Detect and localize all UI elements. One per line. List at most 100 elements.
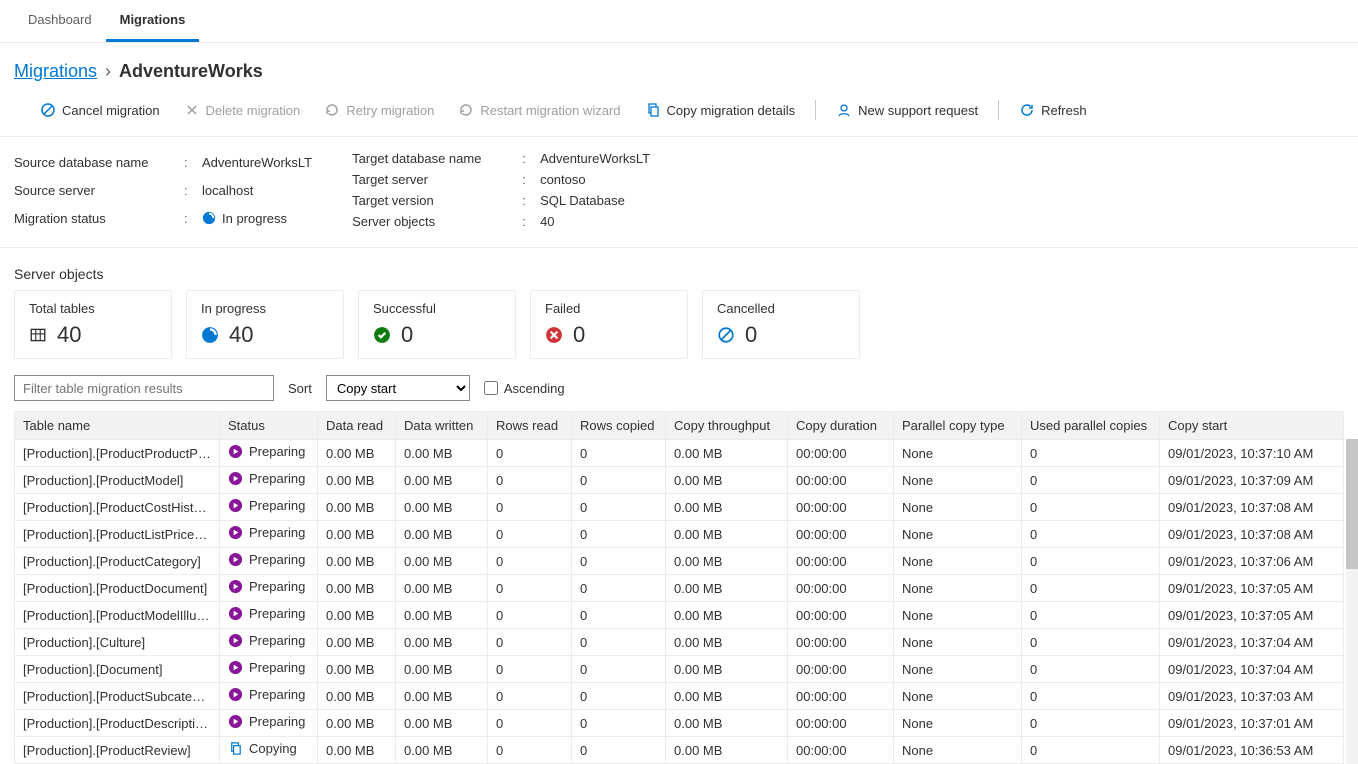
cell-throughput: 0.00 MB xyxy=(666,737,788,764)
section-title: Server objects xyxy=(0,248,1358,290)
cell-copy-start: 09/01/2023, 10:37:05 AM xyxy=(1160,575,1344,602)
cell-read: 0.00 MB xyxy=(318,440,396,467)
cell-name: [Production].[ProductDescription] xyxy=(15,710,220,737)
table-row[interactable]: [Production].[ProductDescription]Prepari… xyxy=(15,710,1344,737)
col-rows-copied[interactable]: Rows copied xyxy=(572,412,666,440)
sort-select[interactable]: Copy start xyxy=(326,375,470,401)
cell-duration: 00:00:00 xyxy=(788,629,894,656)
new-support-label: New support request xyxy=(858,103,978,118)
cell-rows-read: 0 xyxy=(488,656,572,683)
cell-parallel-used: 0 xyxy=(1022,656,1160,683)
cell-rows-copied: 0 xyxy=(572,602,666,629)
restart-icon xyxy=(458,102,474,118)
cell-read: 0.00 MB xyxy=(318,629,396,656)
card-total-tables[interactable]: Total tables 40 xyxy=(14,290,172,359)
col-written[interactable]: Data written xyxy=(396,412,488,440)
card-successful[interactable]: Successful 0 xyxy=(358,290,516,359)
cell-status: Preparing xyxy=(220,521,318,548)
status-icon xyxy=(228,525,243,540)
cancel-migration-button[interactable]: Cancel migration xyxy=(30,96,170,124)
status-icon xyxy=(228,633,243,648)
cell-name: [Production].[ProductSubcategory] xyxy=(15,683,220,710)
col-name[interactable]: Table name xyxy=(15,412,220,440)
tab-dashboard[interactable]: Dashboard xyxy=(14,0,106,42)
target-db-label: Target database name xyxy=(352,151,522,166)
ascending-checkbox[interactable]: Ascending xyxy=(484,381,565,396)
card-cancelled[interactable]: Cancelled 0 xyxy=(702,290,860,359)
cell-parallel-type: None xyxy=(894,575,1022,602)
status-icon xyxy=(228,660,243,675)
tab-migrations[interactable]: Migrations xyxy=(106,0,200,42)
cell-status: Preparing xyxy=(220,656,318,683)
cell-duration: 00:00:00 xyxy=(788,575,894,602)
cell-throughput: 0.00 MB xyxy=(666,629,788,656)
cell-written: 0.00 MB xyxy=(396,494,488,521)
cell-copy-start: 09/01/2023, 10:37:08 AM xyxy=(1160,521,1344,548)
cell-copy-start: 09/01/2023, 10:37:01 AM xyxy=(1160,710,1344,737)
table-row[interactable]: [Production].[Culture]Preparing0.00 MB0.… xyxy=(15,629,1344,656)
cell-duration: 00:00:00 xyxy=(788,737,894,764)
cell-rows-read: 0 xyxy=(488,710,572,737)
cell-parallel-used: 0 xyxy=(1022,548,1160,575)
col-status[interactable]: Status xyxy=(220,412,318,440)
card-cancelled-value: 0 xyxy=(745,322,757,348)
table-header-row: Table name Status Data read Data written… xyxy=(15,412,1344,440)
in-progress-icon xyxy=(202,211,216,225)
table-row[interactable]: [Production].[ProductCategory]Preparing0… xyxy=(15,548,1344,575)
col-duration[interactable]: Copy duration xyxy=(788,412,894,440)
col-read[interactable]: Data read xyxy=(318,412,396,440)
col-throughput[interactable]: Copy throughput xyxy=(666,412,788,440)
col-parallel-used[interactable]: Used parallel copies xyxy=(1022,412,1160,440)
copy-details-button[interactable]: Copy migration details xyxy=(635,96,806,124)
filter-input[interactable] xyxy=(14,375,274,401)
ascending-label: Ascending xyxy=(504,381,565,396)
scrollbar[interactable] xyxy=(1346,439,1358,764)
cell-rows-copied: 0 xyxy=(572,521,666,548)
card-in-progress[interactable]: In progress 40 xyxy=(186,290,344,359)
col-copy-start[interactable]: Copy start xyxy=(1160,412,1344,440)
col-rows-read[interactable]: Rows read xyxy=(488,412,572,440)
table-row[interactable]: [Production].[ProductProductPhoto]Prepar… xyxy=(15,440,1344,467)
ascending-input[interactable] xyxy=(484,381,498,395)
results-table: Table name Status Data read Data written… xyxy=(14,411,1344,764)
table-row[interactable]: [Production].[Document]Preparing0.00 MB0… xyxy=(15,656,1344,683)
filter-row: Sort Copy start Ascending xyxy=(0,359,1358,411)
sort-label: Sort xyxy=(288,381,312,396)
table-row[interactable]: [Production].[ProductModelIllustrati...P… xyxy=(15,602,1344,629)
cell-written: 0.00 MB xyxy=(396,737,488,764)
cell-read: 0.00 MB xyxy=(318,467,396,494)
table-row[interactable]: [Production].[ProductCostHistory]Prepari… xyxy=(15,494,1344,521)
table-row[interactable]: [Production].[ProductSubcategory]Prepari… xyxy=(15,683,1344,710)
refresh-button[interactable]: Refresh xyxy=(1009,96,1097,124)
new-support-button[interactable]: New support request xyxy=(826,96,988,124)
cell-parallel-used: 0 xyxy=(1022,710,1160,737)
cell-read: 0.00 MB xyxy=(318,521,396,548)
cell-name: [Production].[Document] xyxy=(15,656,220,683)
status-icon xyxy=(228,741,243,756)
table-row[interactable]: [Production].[ProductDocument]Preparing0… xyxy=(15,575,1344,602)
refresh-icon xyxy=(1019,102,1035,118)
breadcrumb-root-link[interactable]: Migrations xyxy=(14,61,97,82)
summary-cards: Total tables 40 In progress 40 Successfu… xyxy=(0,290,1358,359)
cell-parallel-used: 0 xyxy=(1022,737,1160,764)
table-container: Table name Status Data read Data written… xyxy=(0,411,1358,764)
cell-written: 0.00 MB xyxy=(396,602,488,629)
cell-written: 0.00 MB xyxy=(396,683,488,710)
cell-throughput: 0.00 MB xyxy=(666,602,788,629)
cell-copy-start: 09/01/2023, 10:37:08 AM xyxy=(1160,494,1344,521)
cell-parallel-used: 0 xyxy=(1022,467,1160,494)
table-row[interactable]: [Production].[ProductModel]Preparing0.00… xyxy=(15,467,1344,494)
retry-migration-label: Retry migration xyxy=(346,103,434,118)
table-row[interactable]: [Production].[ProductListPriceHistory]Pr… xyxy=(15,521,1344,548)
col-parallel-type[interactable]: Parallel copy type xyxy=(894,412,1022,440)
cell-copy-start: 09/01/2023, 10:37:05 AM xyxy=(1160,602,1344,629)
table-row[interactable]: [Production].[ProductReview]Copying0.00 … xyxy=(15,737,1344,764)
status-icon xyxy=(228,606,243,621)
cell-name: [Production].[ProductModelIllustrati... xyxy=(15,602,220,629)
cell-rows-read: 0 xyxy=(488,521,572,548)
scrollbar-thumb[interactable] xyxy=(1346,439,1358,569)
cell-rows-copied: 0 xyxy=(572,494,666,521)
cell-parallel-type: None xyxy=(894,602,1022,629)
delete-icon xyxy=(184,102,200,118)
card-failed[interactable]: Failed 0 xyxy=(530,290,688,359)
